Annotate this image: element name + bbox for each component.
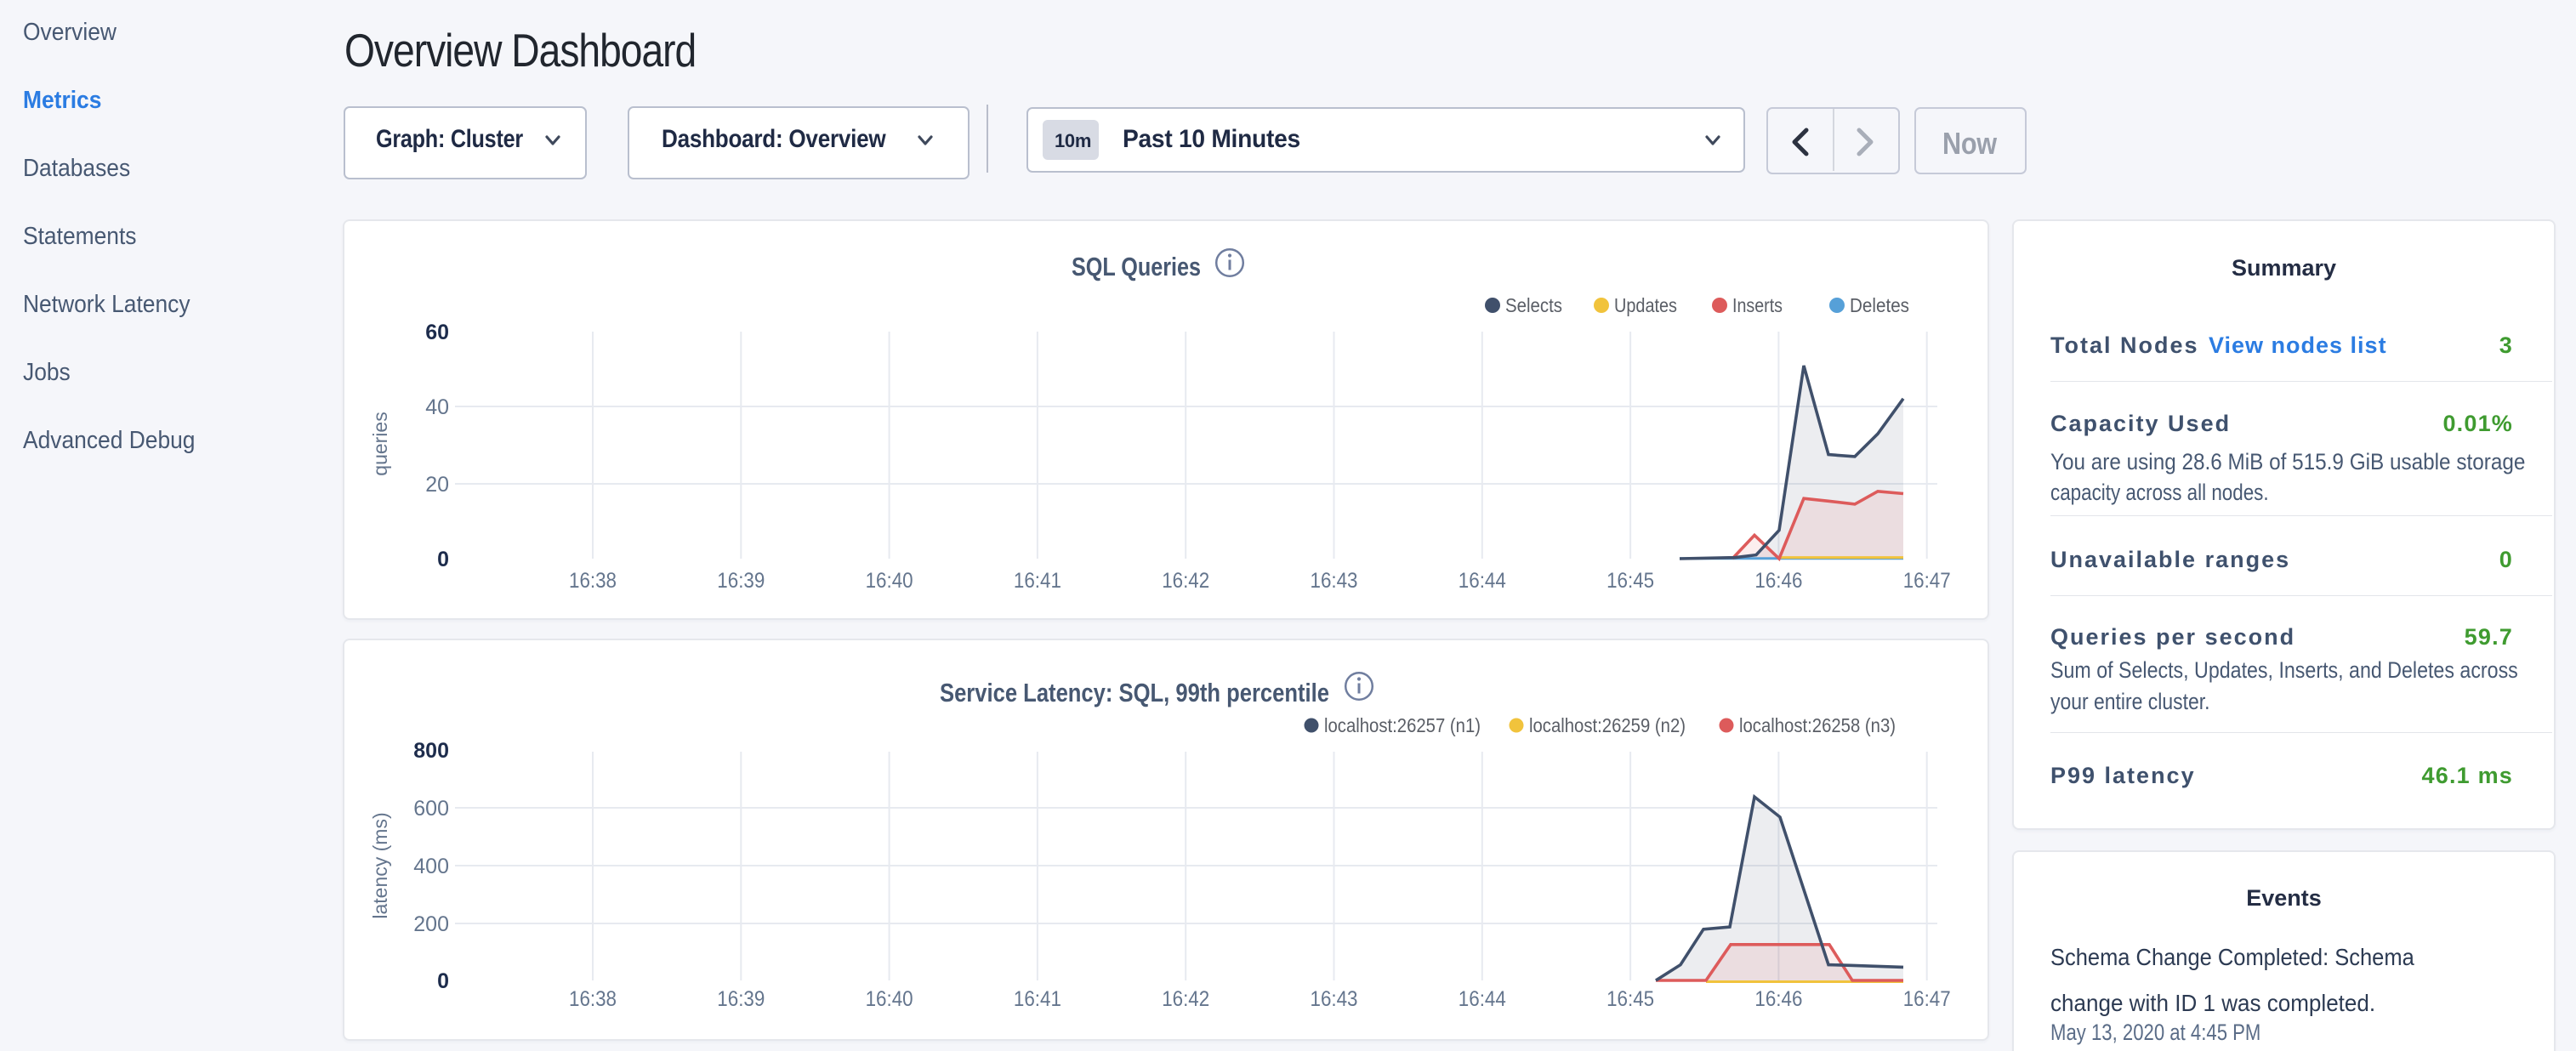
svg-text:16:44: 16:44	[1459, 987, 1506, 1011]
svg-text:60: 60	[425, 321, 449, 344]
svg-text:16:40: 16:40	[866, 987, 913, 1011]
svg-text:16:44: 16:44	[1459, 569, 1506, 593]
svg-text:16:45: 16:45	[1606, 569, 1654, 593]
svg-text:16:39: 16:39	[717, 987, 765, 1011]
svg-text:800: 800	[413, 739, 449, 763]
svg-text:16:38: 16:38	[569, 569, 617, 593]
svg-text:600: 600	[413, 797, 449, 821]
svg-text:SQL Queries: SQL Queries	[1072, 252, 1201, 281]
svg-text:16:41: 16:41	[1014, 569, 1061, 593]
svg-text:Inserts: Inserts	[1732, 294, 1783, 316]
svg-text:16:43: 16:43	[1311, 569, 1358, 593]
svg-text:200: 200	[413, 912, 449, 936]
svg-text:16:40: 16:40	[866, 569, 913, 593]
svg-text:400: 400	[413, 855, 449, 878]
svg-text:latency (ms): latency (ms)	[369, 812, 391, 918]
svg-text:localhost:26259 (n2): localhost:26259 (n2)	[1529, 714, 1686, 736]
svg-text:16:43: 16:43	[1311, 987, 1358, 1011]
svg-text:Service Latency: SQL, 99th per: Service Latency: SQL, 99th percentile	[940, 678, 1329, 707]
svg-text:16:47: 16:47	[1903, 569, 1951, 593]
svg-text:16:47: 16:47	[1903, 987, 1951, 1011]
svg-text:16:42: 16:42	[1162, 987, 1209, 1011]
svg-text:16:45: 16:45	[1606, 987, 1654, 1011]
svg-text:16:42: 16:42	[1162, 569, 1209, 593]
svg-text:16:46: 16:46	[1754, 987, 1802, 1011]
svg-text:Deletes: Deletes	[1850, 294, 1909, 316]
svg-text:16:46: 16:46	[1754, 569, 1802, 593]
svg-text:localhost:26257 (n1): localhost:26257 (n1)	[1324, 714, 1481, 736]
svg-text:localhost:26258 (n3): localhost:26258 (n3)	[1739, 714, 1896, 736]
svg-text:Selects: Selects	[1505, 294, 1562, 316]
svg-text:16:39: 16:39	[717, 569, 765, 593]
svg-text:0: 0	[437, 548, 449, 571]
svg-text:16:41: 16:41	[1014, 987, 1061, 1011]
svg-text:Updates: Updates	[1614, 294, 1677, 316]
svg-text:16:38: 16:38	[569, 987, 617, 1011]
svg-text:0: 0	[437, 969, 449, 993]
svg-text:20: 20	[425, 473, 449, 497]
svg-text:queries: queries	[369, 412, 391, 475]
svg-text:40: 40	[425, 395, 449, 419]
